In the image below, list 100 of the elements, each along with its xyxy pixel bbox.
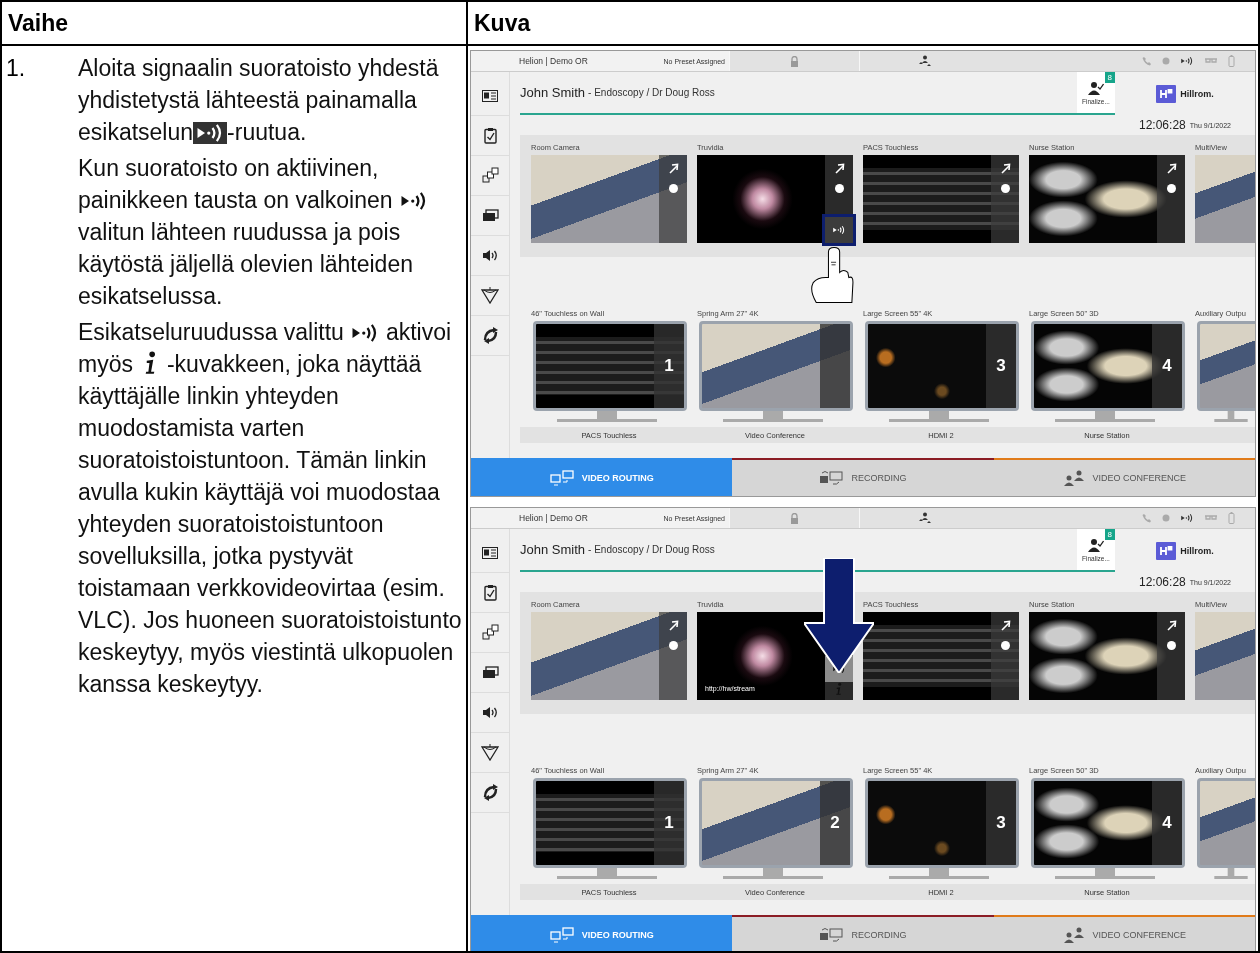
speaker-icon	[482, 249, 498, 262]
person-transfer-icon	[917, 55, 932, 67]
status-dot-icon	[834, 184, 844, 193]
status-dot-icon	[1000, 184, 1010, 193]
monitor-number: 1	[664, 813, 674, 833]
procedure-info: - Endoscopy / Dr Doug Ross	[588, 544, 715, 555]
mode-tab[interactable]: VIDEO CONFERENCE	[993, 915, 1255, 951]
id-card-icon	[482, 546, 498, 559]
dot-icon	[1162, 514, 1170, 522]
monitor-number: 3	[996, 813, 1006, 833]
expand-icon	[667, 163, 679, 174]
monitor-screen[interactable]	[699, 321, 853, 411]
screens-routing-icon	[549, 927, 574, 943]
speaker-icon	[482, 706, 498, 719]
monitor-screen[interactable]: 3	[865, 778, 1019, 868]
stacked-screens-icon	[481, 167, 499, 184]
person-transfer-icon	[917, 512, 932, 524]
expand-icon	[999, 620, 1011, 631]
monitor-number: 1	[664, 356, 674, 376]
logo-icon	[1156, 84, 1177, 103]
stream-button[interactable]	[825, 217, 853, 243]
windows-icon	[481, 666, 499, 679]
lock-icon	[790, 512, 799, 524]
rotate-arrows-icon	[481, 327, 499, 344]
room-name: Helion | Demo OR	[519, 513, 588, 523]
monitor-number: 3	[996, 356, 1006, 376]
expand-icon	[1165, 620, 1177, 631]
ct-scan-image[interactable]	[1029, 155, 1185, 243]
people-conference-icon	[1062, 927, 1085, 943]
clipboard-check-icon	[483, 584, 497, 601]
dot-icon	[1162, 57, 1170, 65]
status-dot-icon	[1000, 641, 1010, 650]
mode-tab[interactable]: RECORDING	[732, 915, 994, 951]
room-name: Helion | Demo OR	[519, 56, 588, 66]
status-dot-icon	[668, 641, 678, 650]
rotate-arrows-icon	[481, 784, 499, 801]
count-badge: 8	[1104, 529, 1115, 540]
monitor-screen[interactable]: 1	[533, 321, 687, 411]
monitor-screen[interactable]	[1197, 778, 1255, 868]
expand-icon	[667, 620, 679, 631]
photo-placeholder[interactable]	[531, 155, 687, 243]
screens-routing-icon	[549, 470, 574, 486]
mode-tab[interactable]: VIDEO CONFERENCE	[993, 458, 1255, 496]
instruction-paragraph: Aloita signaalin suoratoisto yhdestä yhdistetystä lähteestä painamalla esikatselun -ruutua.	[78, 54, 440, 147]
count-badge: 8	[1104, 72, 1115, 83]
mode-tab[interactable]: RECORDING	[732, 458, 994, 496]
lock-icon	[790, 55, 799, 67]
column-header: Kuva	[466, 2, 1258, 46]
clock-time: 12:06:28	[1139, 118, 1186, 132]
stacked-screens-icon	[481, 624, 499, 641]
monitor-screen[interactable]: 2	[699, 778, 853, 868]
photo-placeholder[interactable]	[1195, 612, 1255, 700]
column-header: Vaihe	[2, 2, 466, 46]
expand-icon	[833, 163, 845, 174]
monitor-screen[interactable]: 1	[533, 778, 687, 868]
status-dot-icon	[668, 184, 678, 193]
status-dot-icon	[1166, 641, 1176, 650]
procedure-info: - Endoscopy / Dr Doug Ross	[588, 87, 715, 98]
expand-icon	[1165, 163, 1177, 174]
clock-time: 12:06:28	[1139, 575, 1186, 589]
glasses-icon	[1204, 514, 1218, 522]
patient-name: John Smith	[520, 85, 586, 100]
person-check-icon	[1088, 537, 1104, 552]
stream-icon	[832, 225, 846, 235]
windows-icon	[481, 209, 499, 222]
stream-icon	[1180, 56, 1194, 66]
monitor-stand	[1211, 411, 1251, 423]
endoscopy-image[interactable]	[697, 155, 853, 243]
step-number: 1.	[6, 54, 27, 83]
monitor-screen[interactable]: 3	[865, 321, 1019, 411]
photo-placeholder[interactable]	[1195, 155, 1255, 243]
monitor-screen[interactable]: 4	[1031, 778, 1185, 868]
monitor-stand	[1211, 868, 1251, 880]
patient-name: John Smith	[520, 542, 586, 557]
instruction-paragraph: Kun suoratoisto on aktiivinen, painikkeen tausta on valkoinen valitun lähteen ruudussa ja pois käytöstä jäljellä olevien lähteiden esikatselussa.	[78, 152, 462, 312]
phone-icon	[1142, 56, 1152, 66]
surgical-lamp-icon	[481, 287, 499, 304]
person-check-icon	[1088, 80, 1104, 95]
instruction-paragraph: Esikatseluruudussa valittu aktivoi myös -kuvakkeen, joka näyttää käyttäjälle linkin yhteyden muodostamista varten suoratoistoistuntoon. Tämän linkin avulla kukin käyttäjä voi muodostaa yhteyden suoratoistoistuntoon sovelluksilla, jotka pystyvät toistamaan verkkovideovirtaa (esim. VLC). Jos huoneen suoratoistoistunto keskeytyy, myös viestintä ulkopuolen kanssa keskeytyy.	[78, 318, 462, 699]
camera-recording-icon	[819, 927, 844, 943]
monitor-screen[interactable]	[1197, 321, 1255, 411]
brand-name: Hillrom.	[1180, 545, 1214, 556]
camera-recording-icon	[819, 470, 844, 486]
monitor-number: 4	[1162, 813, 1172, 833]
monitor-number: 2	[830, 813, 840, 833]
glasses-icon	[1204, 57, 1218, 65]
stream-button-icon	[193, 122, 228, 144]
expand-icon	[999, 163, 1011, 174]
photo-placeholder[interactable]	[531, 612, 687, 700]
battery-icon	[1228, 55, 1235, 67]
battery-icon	[1228, 512, 1235, 524]
clipboard-check-icon	[483, 127, 497, 144]
surgical-lamp-icon	[481, 744, 499, 761]
stream-icon	[1180, 513, 1194, 523]
people-conference-icon	[1062, 470, 1085, 486]
monitor-number: 4	[1162, 356, 1172, 376]
brand-name: Hillrom.	[1180, 88, 1214, 99]
monitor-screen[interactable]: 4	[1031, 321, 1185, 411]
ct-scan-image[interactable]	[1029, 612, 1185, 700]
id-card-icon	[482, 89, 498, 102]
